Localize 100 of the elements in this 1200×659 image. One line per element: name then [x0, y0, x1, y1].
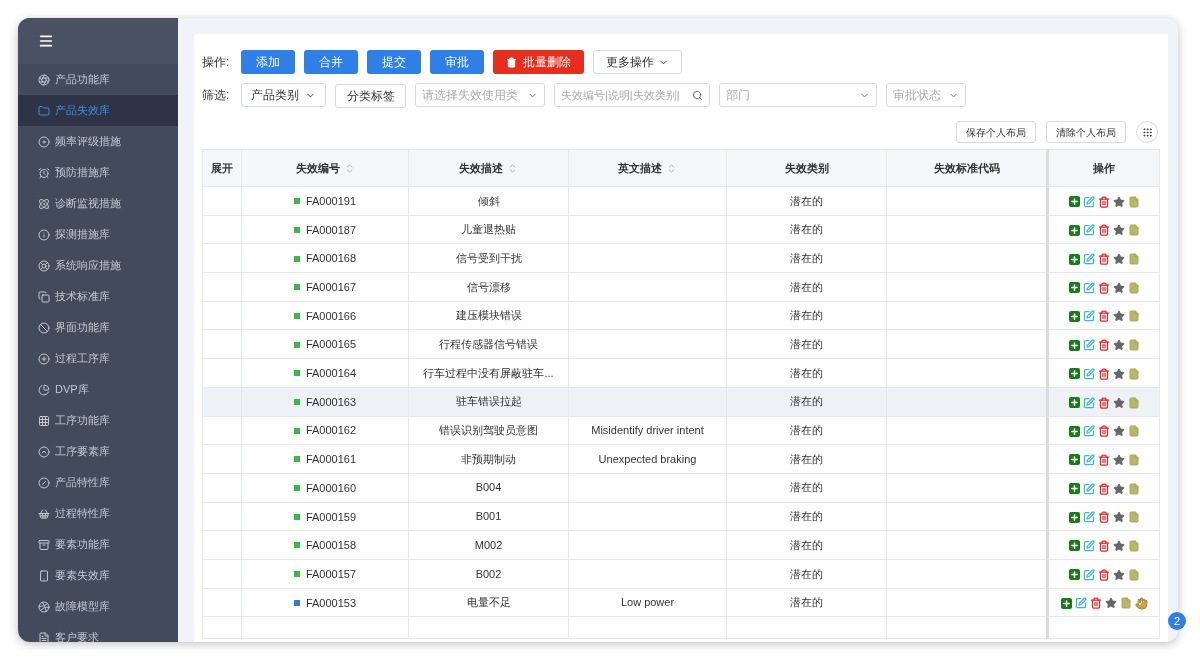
delete-icon[interactable] [1097, 310, 1110, 323]
edit-icon[interactable] [1082, 425, 1095, 438]
edit-icon[interactable] [1082, 253, 1095, 266]
edit-icon[interactable] [1082, 195, 1095, 208]
table-row[interactable]: FA000164 行车过程中没有屏蔽驻车... 潜在的 [202, 358, 1160, 388]
edit-icon[interactable] [1082, 339, 1095, 352]
sidebar-item[interactable]: 界面功能库 [18, 312, 178, 343]
table-row[interactable]: FA000168 信号受到干扰 潜在的 [202, 243, 1160, 273]
sidebar-item[interactable]: 产品失效库 [18, 95, 178, 126]
edit-icon[interactable] [1074, 597, 1087, 610]
more-actions-dropdown[interactable]: 更多操作 [593, 50, 682, 74]
column-header[interactable]: 失效描述 [408, 149, 569, 187]
sidebar-item[interactable]: 工序要素库 [18, 436, 178, 467]
delete-icon[interactable] [1097, 425, 1110, 438]
table-row[interactable]: FA000167 信号漂移 潜在的 [202, 272, 1160, 302]
delete-icon[interactable] [1097, 511, 1110, 524]
delete-icon[interactable] [1097, 396, 1110, 409]
table-row[interactable]: FA000191 倾斜 潜在的 [202, 186, 1160, 216]
delete-icon[interactable] [1097, 539, 1110, 552]
menu-icon[interactable] [38, 33, 54, 49]
delete-icon[interactable] [1097, 253, 1110, 266]
sidebar-item[interactable]: 故障模型库 [18, 591, 178, 622]
star-icon[interactable] [1104, 597, 1117, 610]
edit-icon[interactable] [1082, 367, 1095, 380]
table-row[interactable]: FA000166 建压模块错误 潜在的 [202, 301, 1160, 330]
sidebar-item[interactable]: 预防措施库 [18, 157, 178, 188]
edit-icon[interactable] [1082, 568, 1095, 581]
add-icon[interactable] [1068, 368, 1080, 380]
hand-icon[interactable] [1134, 596, 1148, 610]
table-row[interactable]: FA000158 M002 潜在的 [202, 530, 1160, 560]
table-row[interactable]: FA000187 儿童退热贴 潜在的 [202, 215, 1160, 244]
add-icon[interactable] [1068, 253, 1080, 265]
add-icon[interactable] [1068, 282, 1080, 294]
sidebar-item[interactable]: 诊断监视措施 [18, 188, 178, 219]
add-icon[interactable] [1068, 224, 1080, 236]
delete-icon[interactable] [1089, 597, 1102, 610]
star-icon[interactable] [1112, 281, 1125, 294]
sidebar-item[interactable]: 工序功能库 [18, 405, 178, 436]
column-header[interactable]: 失效编号 [241, 149, 409, 187]
sidebar-item[interactable]: 探测措施库 [18, 219, 178, 250]
add-icon[interactable] [1068, 196, 1080, 208]
star-icon[interactable] [1112, 396, 1125, 409]
table-row[interactable]: FA000157 B002 潜在的 [202, 559, 1160, 589]
table-row[interactable]: FA000159 B001 潜在的 [202, 502, 1160, 531]
table-row[interactable]: FA000161 非预期制动 Unexpected braking 潜在的 [202, 444, 1160, 474]
sidebar-item[interactable]: 产品功能库 [18, 64, 178, 95]
delete-icon[interactable] [1097, 453, 1110, 466]
delete-icon[interactable] [1097, 224, 1110, 237]
add-icon[interactable] [1068, 310, 1080, 322]
table-row[interactable]: FA000160 B004 潜在的 [202, 473, 1160, 503]
delete-icon[interactable] [1097, 482, 1110, 495]
delete-icon[interactable] [1097, 281, 1110, 294]
delete-icon[interactable] [1097, 339, 1110, 352]
edit-icon[interactable] [1082, 482, 1095, 495]
add-icon[interactable] [1068, 569, 1080, 581]
sidebar-item[interactable]: 系统响应措施 [18, 250, 178, 281]
star-icon[interactable] [1112, 482, 1125, 495]
notification-badge[interactable]: 2 [1168, 612, 1186, 630]
star-icon[interactable] [1112, 224, 1125, 237]
add-icon[interactable] [1068, 425, 1080, 437]
star-icon[interactable] [1112, 539, 1125, 552]
star-icon[interactable] [1112, 310, 1125, 323]
sidebar-item[interactable]: DVP库 [18, 374, 178, 405]
table-row[interactable]: FA000153 电量不足 Low power 潜在的 [202, 588, 1160, 617]
add-icon[interactable] [1068, 397, 1080, 408]
add-icon[interactable] [1068, 540, 1080, 552]
add-icon[interactable] [1068, 483, 1080, 495]
delete-icon[interactable] [1097, 568, 1110, 581]
column-header[interactable]: 英文描述 [568, 149, 727, 187]
tag-button[interactable]: 分类标签 [335, 83, 406, 108]
sidebar-item[interactable]: 要素失效库 [18, 560, 178, 591]
action-button[interactable]: 审批 [430, 50, 484, 74]
delete-icon[interactable] [1097, 195, 1110, 208]
add-icon[interactable] [1060, 597, 1072, 609]
star-icon[interactable] [1112, 511, 1125, 524]
table-row[interactable]: FA000165 行程传感器信号错误 潜在的 [202, 329, 1160, 359]
table-row[interactable]: FA000162 错误识别驾驶员意图 Misidentify driver intent 潜在的 [202, 416, 1160, 445]
category-dropdown[interactable]: 产品类别 [241, 83, 326, 107]
sidebar-item[interactable]: 过程工序库 [18, 343, 178, 374]
action-button[interactable]: 合并 [304, 50, 358, 74]
layout-button[interactable]: 清除个人布局 [1046, 121, 1126, 143]
batch-delete-button[interactable]: 批量删除 [493, 50, 584, 74]
sidebar-item[interactable]: 过程特性库 [18, 498, 178, 529]
edit-icon[interactable] [1082, 281, 1095, 294]
sidebar-item[interactable]: 频率评级措施 [18, 126, 178, 157]
star-icon[interactable] [1112, 568, 1125, 581]
layout-button[interactable]: 保存个人布局 [956, 121, 1036, 143]
edit-icon[interactable] [1082, 224, 1095, 237]
edit-icon[interactable] [1082, 539, 1095, 552]
sidebar-item[interactable]: 产品特性库 [18, 467, 178, 498]
action-button[interactable]: 添加 [241, 50, 295, 74]
edit-icon[interactable] [1082, 310, 1095, 323]
star-icon[interactable] [1112, 339, 1125, 352]
delete-icon[interactable] [1097, 367, 1110, 380]
star-icon[interactable] [1112, 425, 1125, 438]
star-icon[interactable] [1112, 195, 1125, 208]
sidebar-item[interactable]: 技术标准库 [18, 281, 178, 312]
table-row[interactable]: FA000163 驻车错误拉起 潜在的 [202, 387, 1160, 416]
edit-icon[interactable] [1082, 511, 1095, 524]
action-button[interactable]: 提交 [367, 50, 421, 74]
